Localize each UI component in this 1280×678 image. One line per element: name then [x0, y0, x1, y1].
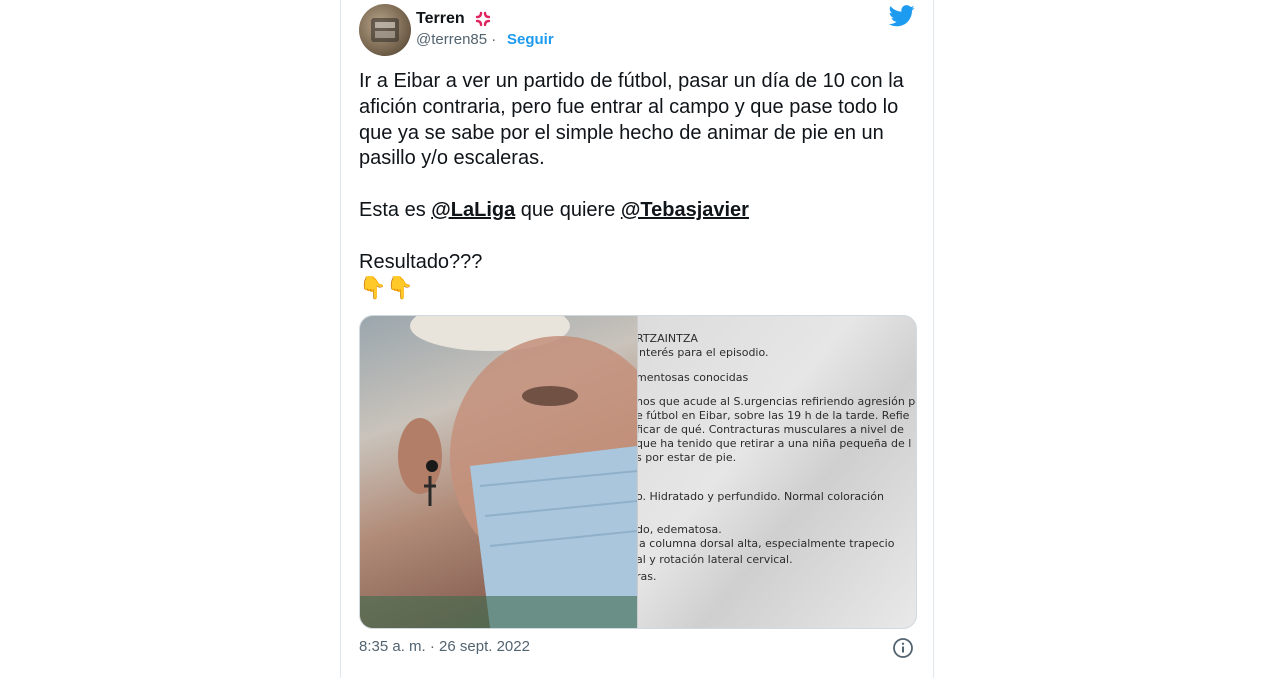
mention-laliga[interactable]: @LaLiga — [431, 199, 515, 221]
report-line: do, edematosa. — [638, 523, 722, 536]
tweet-text-part: que quiere — [515, 198, 621, 221]
author-handle[interactable]: @terren85 · — [416, 31, 496, 48]
mention-tebasjavier[interactable]: @Tebasjavier — [621, 199, 749, 221]
report-line: nos que acude al S.urgencias refiriendo … — [638, 395, 916, 408]
report-line: o. Hidratado y perfundido. Normal colora… — [638, 490, 884, 503]
tweet-text-part: Resultado??? — [359, 250, 483, 273]
report-line: la columna dorsal alta, especialmente tr… — [638, 537, 895, 550]
separator: · — [491, 31, 497, 48]
report-line: que ha tenido que retirar a una niña peq… — [638, 437, 912, 450]
report-line: al y rotación lateral cervical. — [638, 553, 793, 566]
medical-report-photo[interactable]: RTZAINTZA interés para el episodio. mentos… — [638, 316, 916, 628]
twitter-bird-icon[interactable] — [888, 5, 915, 32]
report-line: ras. — [638, 570, 657, 583]
author-name[interactable]: Terren — [416, 10, 465, 28]
media-grid[interactable]: RTZAINTZA interés para el episodio. mentos… — [359, 315, 917, 629]
selfie-photo[interactable] — [360, 316, 670, 628]
pointing-down-emojis: 👇👇 — [359, 275, 414, 300]
report-line: ficar de qué. Contracturas musculares a … — [638, 423, 904, 436]
info-icon[interactable] — [892, 637, 914, 664]
report-line: interés para el episodio. — [638, 346, 769, 359]
anger-symbol-icon — [474, 10, 492, 33]
tweet-card: Terren @terren85 · Seguir Ir a Eibar a v… — [340, 0, 934, 678]
report-line: RTZAINTZA — [638, 332, 698, 345]
follow-button[interactable]: Seguir — [507, 31, 554, 48]
handle-text[interactable]: @terren85 — [416, 31, 487, 48]
report-line: mentosas conocidas — [638, 371, 749, 384]
avatar[interactable] — [359, 4, 411, 56]
report-line: e fútbol en Eibar, sobre las 19 h de la … — [638, 409, 910, 422]
report-line: s por estar de pie. — [638, 451, 737, 464]
tweet-timestamp[interactable]: 8:35 a. m. · 26 sept. 2022 — [359, 638, 530, 655]
tweet-text: Ir a Eibar a ver un partido de fútbol, p… — [359, 69, 919, 275]
